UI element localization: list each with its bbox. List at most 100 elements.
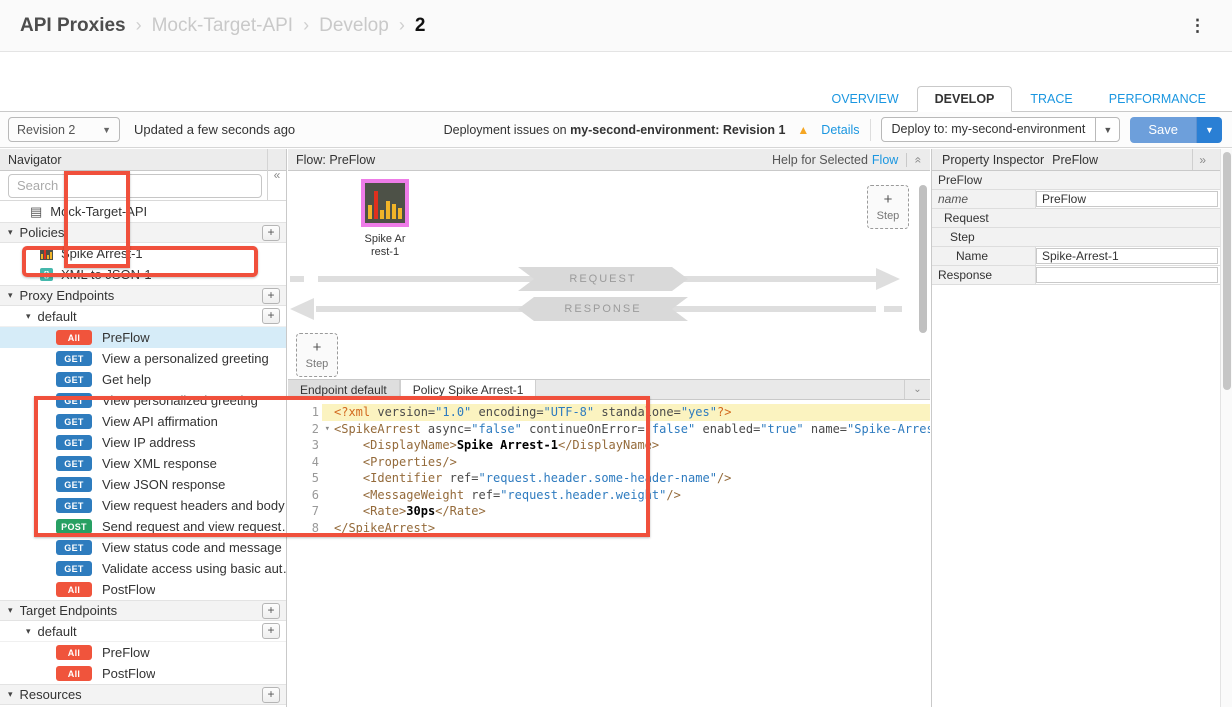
- tree-row-view-status-code-and-message[interactable]: GETView status code and message: [0, 537, 286, 558]
- tree-row-default[interactable]: ▾default+: [0, 621, 286, 642]
- page-scrollbar-track: [1220, 149, 1232, 707]
- tree-row-xml-to-json-1[interactable]: {}XML to JSON-1: [0, 264, 286, 285]
- tree-row-preflow[interactable]: AllPreFlow: [0, 327, 286, 348]
- property-value-input[interactable]: PreFlow: [1036, 191, 1218, 207]
- kebab-menu-icon[interactable]: ⋮: [1183, 14, 1212, 38]
- tree-row-view-a-personalized-greeting[interactable]: GETView a personalized greeting: [0, 348, 286, 369]
- verb-badge-get: GET: [56, 477, 92, 492]
- deploy-to-select[interactable]: Deploy to: my-second-environment ▼: [881, 117, 1121, 142]
- code-line-4[interactable]: 4 <Properties/>: [288, 454, 930, 471]
- tab-performance[interactable]: PERFORMANCE: [1091, 86, 1224, 112]
- add-button[interactable]: +: [262, 687, 280, 703]
- add-step-button-response[interactable]: + Step: [296, 333, 338, 377]
- tree-row-view-personalized-greeting[interactable]: GETView personalized greeting: [0, 390, 286, 411]
- add-button[interactable]: +: [262, 308, 280, 324]
- tree-row-mock-target-api[interactable]: ▤Mock-Target-API: [0, 201, 286, 222]
- response-arrowhead-icon: [290, 298, 314, 320]
- code-line-5[interactable]: 5 <Identifier ref="request.header.some-h…: [288, 470, 930, 487]
- code-line-1[interactable]: 1<?xml version="1.0" encoding="UTF-8" st…: [288, 404, 930, 421]
- fold-arrow-icon[interactable]: ▾: [325, 421, 330, 438]
- collapse-right-icon[interactable]: »: [1192, 149, 1212, 170]
- tree-label: View a personalized greeting: [102, 351, 269, 366]
- breadcrumb-separator: ›: [136, 15, 142, 36]
- code-line-8[interactable]: 8</SpikeArrest>: [288, 520, 930, 537]
- tree-row-view-json-response[interactable]: GET View JSON response: [0, 474, 286, 495]
- line-number-text: 3: [312, 438, 319, 452]
- code-token: "true": [760, 422, 803, 436]
- help-flow-link[interactable]: Flow: [872, 153, 898, 167]
- tree-row-policies[interactable]: ▾Policies+: [0, 222, 286, 243]
- deploy-to-value: Deploy to: my-second-environment: [882, 118, 1096, 141]
- add-button[interactable]: +: [262, 225, 280, 241]
- chevron-down-icon[interactable]: ▼: [1095, 118, 1119, 141]
- navigator-search-row: [0, 171, 286, 200]
- breadcrumb-develop[interactable]: Develop: [319, 15, 389, 37]
- tree-label: default: [38, 309, 77, 324]
- tree-label: Send request and view request…: [102, 519, 286, 534]
- add-button[interactable]: +: [262, 288, 280, 304]
- tree-row-default[interactable]: ▾default+: [0, 306, 286, 327]
- flow-scrollbar[interactable]: [919, 185, 927, 333]
- tree-label: Get help: [102, 372, 151, 387]
- revision-select[interactable]: Revision 2 ▼: [8, 117, 120, 142]
- collapse-up-icon[interactable]: «: [912, 156, 926, 163]
- property-row-preflow: PreFlow: [932, 171, 1220, 190]
- revision-select-value: Revision 2: [17, 123, 75, 137]
- add-button[interactable]: +: [262, 603, 280, 619]
- tree-row-view-api-affirmation[interactable]: GETView API affirmation: [0, 411, 286, 432]
- add-button[interactable]: +: [262, 623, 280, 639]
- breadcrumb-api-proxies[interactable]: API Proxies: [20, 15, 126, 37]
- code-token: "false": [645, 422, 696, 436]
- verb-badge-get: GET: [56, 435, 92, 450]
- save-button[interactable]: Save: [1130, 117, 1196, 143]
- code-line-2[interactable]: 2▾<SpikeArrest async="false" continueOnE…: [288, 421, 930, 438]
- save-dropdown-caret[interactable]: ▼: [1196, 117, 1222, 143]
- header-divider: [906, 153, 907, 167]
- property-row-step: Step: [932, 228, 1220, 247]
- tree-label: View API affirmation: [102, 414, 218, 429]
- code-editor-tabs: Endpoint defaultPolicy Spike Arrest-1 ⌄: [288, 379, 930, 400]
- property-value-input[interactable]: Spike-Arrest-1: [1036, 248, 1218, 264]
- code-line-7[interactable]: 7 <Rate>30ps</Rate>: [288, 503, 930, 520]
- code-editor[interactable]: 1<?xml version="1.0" encoding="UTF-8" st…: [288, 400, 930, 707]
- tree-row-view-request-headers-and-body[interactable]: GETView request headers and body: [0, 495, 286, 516]
- code-line-content: </SpikeArrest>: [322, 520, 930, 537]
- tree-row-get-help[interactable]: GETGet help: [0, 369, 286, 390]
- tab-overview[interactable]: OVERVIEW: [813, 86, 916, 112]
- tab-trace[interactable]: TRACE: [1012, 86, 1090, 112]
- tree-label: PostFlow: [102, 582, 155, 597]
- add-step-button-request[interactable]: + Step: [867, 185, 909, 229]
- collapse-left-icon[interactable]: «: [274, 168, 281, 182]
- details-link[interactable]: Details: [821, 123, 859, 137]
- tree-row-spike-arrest-1[interactable]: Spike Arrest-1: [0, 243, 286, 264]
- tree-row-resources[interactable]: ▾Resources+: [0, 684, 286, 705]
- property-value-input[interactable]: [1036, 267, 1218, 283]
- tree-label: Target Endpoints: [20, 603, 118, 618]
- code-line-3[interactable]: 3 <DisplayName>Spike Arrest-1</DisplayNa…: [288, 437, 930, 454]
- code-line-6[interactable]: 6 <MessageWeight ref="request.header.wei…: [288, 487, 930, 504]
- tree-row-proxy-endpoints[interactable]: ▾Proxy Endpoints+: [0, 285, 286, 306]
- tree-row-preflow[interactable]: AllPreFlow: [0, 642, 286, 663]
- tree-label: View request headers and body: [102, 498, 285, 513]
- code-token: version=: [377, 405, 435, 419]
- tree-row-send-request-and-view-request[interactable]: POSTSend request and view request…: [0, 516, 286, 537]
- editor-tab-endpoint-default[interactable]: Endpoint default: [288, 380, 400, 399]
- breadcrumb-proxy-name[interactable]: Mock-Target-API: [152, 15, 293, 37]
- page-scrollbar-thumb[interactable]: [1223, 152, 1231, 390]
- spike-arrest-icon: [40, 247, 53, 260]
- editor-tab-policy-spike-arrest-1[interactable]: Policy Spike Arrest-1: [400, 380, 537, 400]
- tree-row-postflow[interactable]: AllPostFlow: [0, 579, 286, 600]
- tree-row-postflow[interactable]: AllPostFlow: [0, 663, 286, 684]
- search-input[interactable]: [8, 174, 262, 198]
- tree-row-target-endpoints[interactable]: ▾Target Endpoints+: [0, 600, 286, 621]
- code-line-content: <MessageWeight ref="request.header.weigh…: [322, 487, 930, 504]
- tree-row-view-ip-address[interactable]: GETView IP address: [0, 432, 286, 453]
- tree-row-view-xml-response[interactable]: GETView XML response: [0, 453, 286, 474]
- spike-arrest-policy-node[interactable]: [361, 179, 409, 227]
- collapse-down-icon[interactable]: ⌄: [904, 380, 930, 399]
- code-token: <DisplayName>: [363, 438, 457, 452]
- tab-develop[interactable]: DEVELOP: [917, 86, 1013, 112]
- tree-label: View JSON response: [102, 477, 225, 492]
- chevron-down-icon: ▼: [102, 125, 111, 135]
- tree-row-validate-access-using-basic-aut[interactable]: GETValidate access using basic aut…: [0, 558, 286, 579]
